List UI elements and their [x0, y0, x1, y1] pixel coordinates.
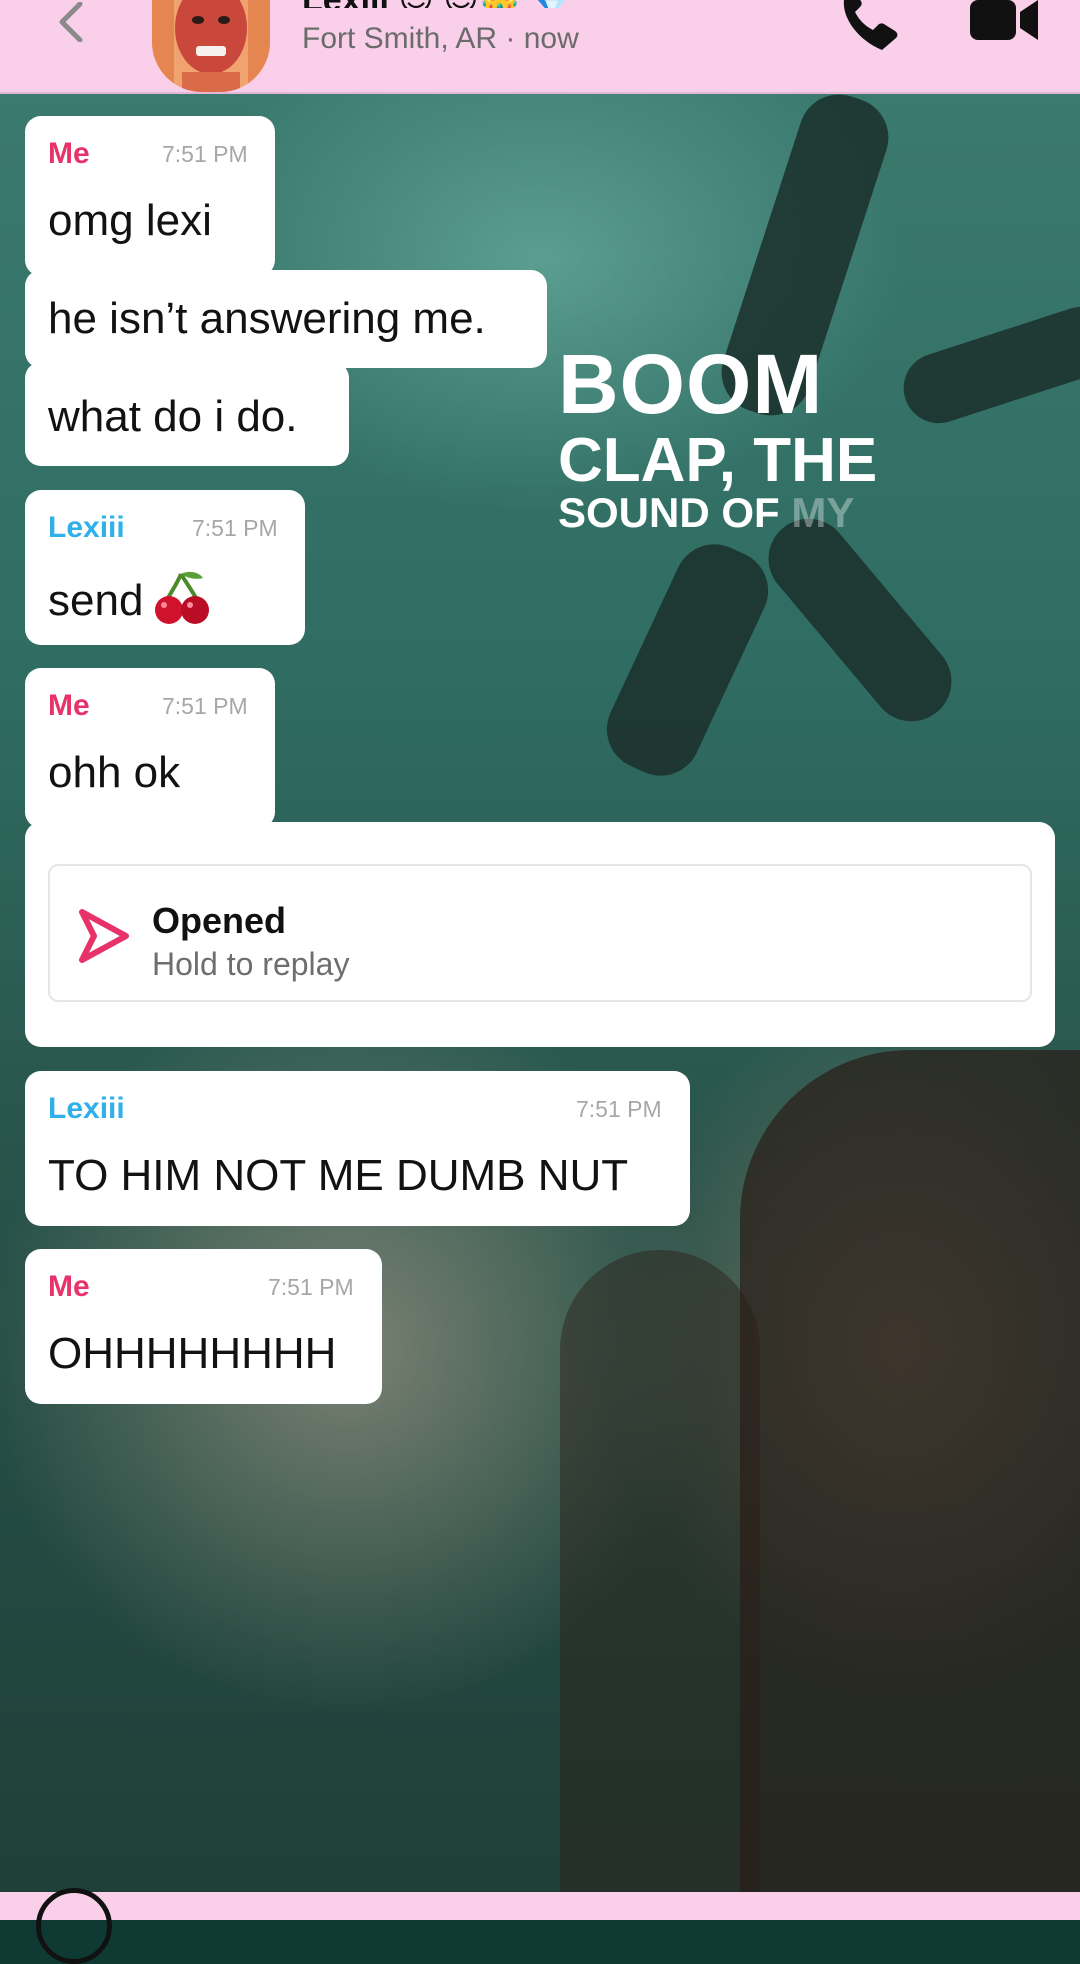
message-bubble-lexiii[interactable]: [25, 1071, 690, 1226]
opened-snap-arrow-icon: [79, 909, 129, 963]
message-text: omg lexi: [48, 196, 212, 245]
hair-shadow: [740, 1050, 1080, 1920]
message-text: OHHHHHHHH: [48, 1329, 337, 1378]
video-call-icon[interactable]: [970, 0, 1040, 44]
message-text: ohh ok: [48, 748, 181, 797]
message-sender: Lexiii: [48, 1092, 125, 1125]
lyric-line-2: CLAP, THE: [558, 426, 878, 495]
message-time: 7:51 PM: [576, 1096, 662, 1122]
message-sender: Me: [48, 137, 90, 170]
lyric-line-3-faded: MY: [791, 489, 855, 536]
chat-location-status: Fort Smith, AR · now: [302, 22, 579, 55]
message-text: TO HIM NOT ME DUMB NUT: [48, 1151, 629, 1200]
back-chevron-icon[interactable]: [50, 2, 90, 42]
ceiling-fan-blade: [752, 502, 968, 738]
phone-icon[interactable]: [838, 0, 902, 50]
bottom-toolbar: [0, 1892, 1080, 1920]
bitmoji-avatar[interactable]: [152, 0, 270, 92]
message-sender: Lexiii: [48, 511, 125, 544]
chat-header: Lexiii 😊 😊👑 💎 Fort Smith, AR · now: [0, 0, 1080, 94]
lyric-line-3: SOUND OF MY: [558, 492, 854, 534]
ceiling-fan-blade: [894, 297, 1080, 433]
message-time: 7:51 PM: [162, 693, 248, 719]
ceiling-fan-blade: [593, 531, 782, 789]
message-sender: Me: [48, 1270, 90, 1303]
message-sender: Me: [48, 689, 90, 722]
message-time: 7:51 PM: [268, 1274, 354, 1300]
message-text: he isn’t answering me.: [48, 294, 486, 343]
message-text-content: send: [48, 576, 144, 626]
chat-title[interactable]: Lexiii 😊 😊👑 💎: [302, 0, 573, 8]
message-time: 7:51 PM: [162, 141, 248, 167]
lyric-line-3-main: SOUND OF: [558, 489, 792, 536]
message-time: 7:51 PM: [192, 515, 278, 541]
cherry-icon: [153, 570, 211, 637]
snap-hint: Hold to replay: [152, 946, 350, 982]
snap-opened-card[interactable]: Opened Hold to replay: [48, 864, 1032, 1002]
snap-status: Opened: [152, 900, 287, 941]
camera-button[interactable]: [36, 1888, 112, 1964]
lyric-line-1: BOOM: [558, 337, 824, 431]
message-text: send: [48, 570, 211, 637]
hair-shadow: [560, 1250, 760, 1920]
message-text: what do i do.: [48, 392, 298, 441]
